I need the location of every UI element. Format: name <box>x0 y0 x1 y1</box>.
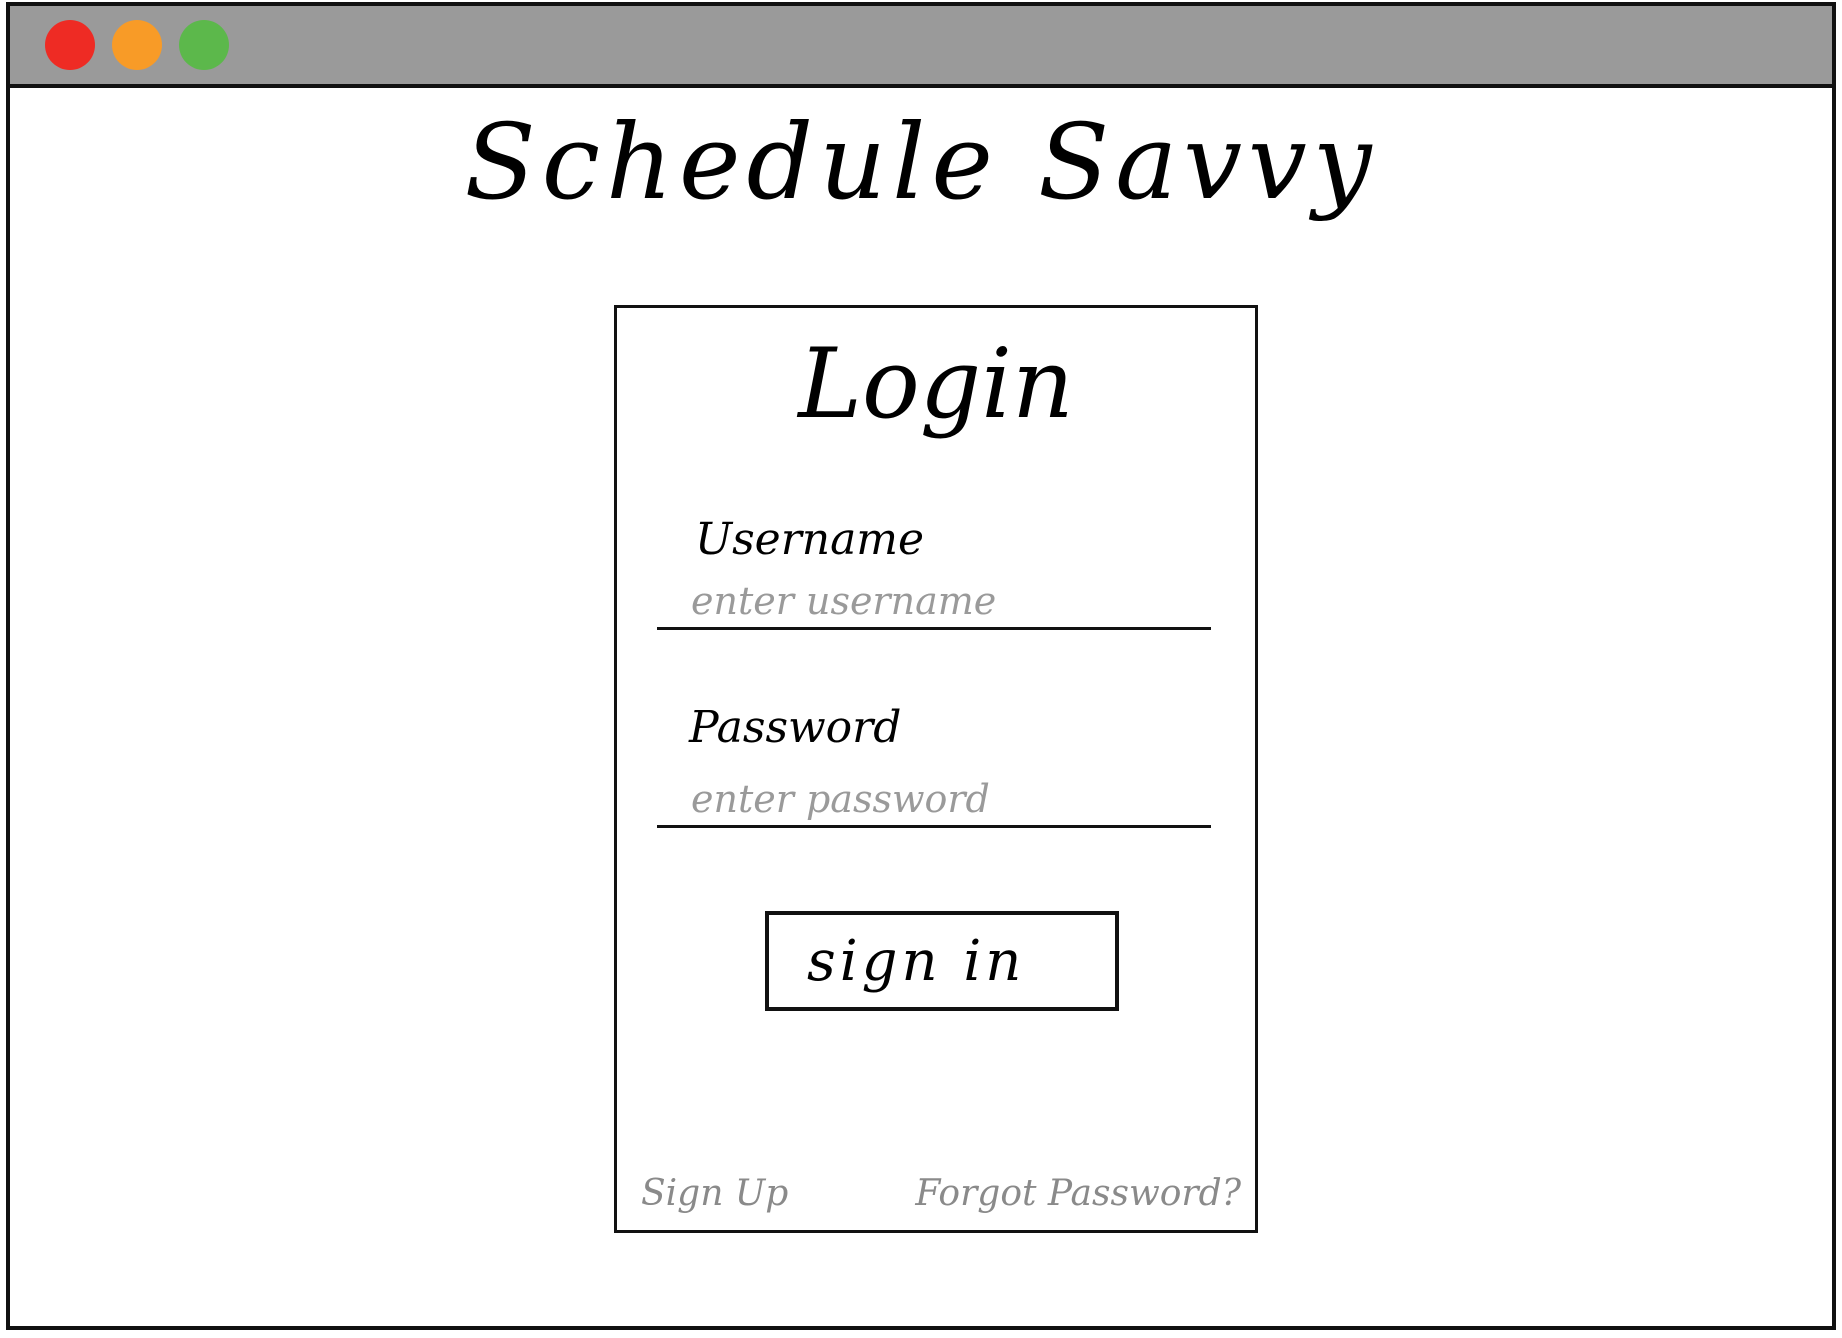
username-label: Username <box>695 514 925 565</box>
username-input[interactable] <box>657 578 1211 630</box>
browser-window: Schedule Savvy Login Username Password s… <box>6 2 1836 1330</box>
sign-up-link[interactable]: Sign Up <box>641 1176 788 1212</box>
minimize-window-button[interactable] <box>112 20 162 70</box>
password-label: Password <box>689 702 902 753</box>
window-titlebar <box>10 6 1832 88</box>
sign-in-button[interactable]: sign in <box>765 911 1119 1011</box>
login-title: Login <box>798 328 1074 440</box>
password-input[interactable] <box>657 776 1211 828</box>
app-title: Schedule Savvy <box>464 101 1378 223</box>
login-card: Login Username Password sign in Sign Up … <box>614 305 1258 1233</box>
close-window-button[interactable] <box>45 20 95 70</box>
forgot-password-link[interactable]: Forgot Password? <box>915 1176 1241 1212</box>
maximize-window-button[interactable] <box>179 20 229 70</box>
